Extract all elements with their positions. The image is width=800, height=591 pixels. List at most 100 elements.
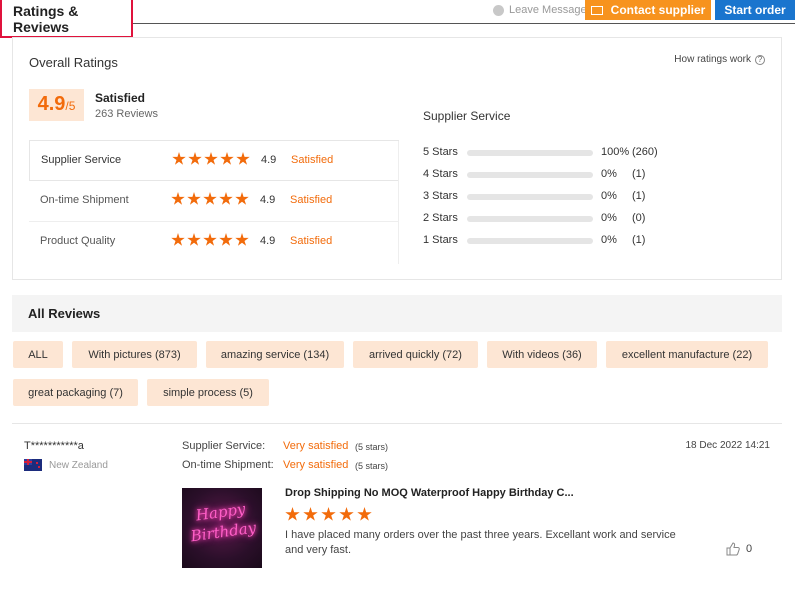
star-percent: 0% bbox=[601, 212, 617, 224]
reviewer-country: New Zealand bbox=[49, 460, 108, 471]
progress-track bbox=[467, 216, 593, 222]
star-icon bbox=[236, 152, 250, 165]
star-icon bbox=[187, 192, 201, 205]
filter-chip-amazing-service[interactable]: amazing service (134) bbox=[206, 341, 344, 368]
star-icon bbox=[219, 192, 233, 205]
star-percent: 0% bbox=[601, 234, 617, 246]
star-icon bbox=[285, 507, 300, 521]
star-breakdown-row: 1 Stars 0% (1) bbox=[423, 234, 783, 248]
filter-chip-great-packaging[interactable]: great packaging (7) bbox=[13, 379, 138, 406]
overall-score: 4.9 bbox=[37, 93, 66, 115]
flag-star bbox=[38, 466, 40, 468]
header-divider bbox=[133, 23, 795, 24]
star-count: (1) bbox=[632, 168, 646, 180]
star-icon bbox=[188, 152, 202, 165]
thumbnail-neon-text: Happy Birthday bbox=[189, 499, 258, 546]
rating-value: 4.9 bbox=[260, 194, 276, 206]
star-level: 1 Stars bbox=[423, 234, 458, 246]
progress-track bbox=[467, 238, 593, 244]
star-icon bbox=[171, 233, 185, 246]
rating-value: 4.9 bbox=[260, 235, 276, 247]
leave-messages-link[interactable]: Leave Messages bbox=[493, 2, 592, 18]
ratings-reviews-tab[interactable]: Ratings & Reviews bbox=[0, 0, 133, 38]
review-text: I have placed many orders over the past … bbox=[285, 529, 676, 556]
star-icon bbox=[321, 507, 336, 521]
review-date: 18 Dec 2022 14:21 bbox=[685, 440, 770, 451]
star-rating bbox=[171, 192, 249, 206]
how-ratings-work-label: How ratings work bbox=[674, 54, 751, 65]
overall-score-badge: 4.9 /5 bbox=[29, 89, 84, 121]
star-count: (260) bbox=[632, 146, 658, 158]
overall-score-suffix: /5 bbox=[65, 99, 76, 113]
like-button[interactable]: 0 bbox=[726, 542, 752, 556]
like-count: 0 bbox=[746, 543, 753, 555]
shipment-label: On-time Shipment: bbox=[182, 459, 274, 471]
rating-status: Satisfied bbox=[290, 235, 333, 247]
filter-chip-with-videos[interactable]: With videos (36) bbox=[487, 341, 597, 368]
how-ratings-work-link[interactable]: How ratings work ? bbox=[674, 54, 765, 65]
reviewer-name: T***********a bbox=[24, 440, 84, 452]
star-icon bbox=[235, 192, 249, 205]
leave-messages-label: Leave Messages bbox=[509, 4, 593, 16]
progress-track bbox=[467, 194, 593, 200]
star-breakdown-row: 2 Stars 0% (0) bbox=[423, 212, 783, 226]
star-percent: 0% bbox=[601, 168, 617, 180]
star-count: (1) bbox=[632, 234, 646, 246]
star-icon bbox=[219, 233, 233, 246]
flag-star bbox=[36, 462, 38, 464]
star-breakdown-row: 4 Stars 0% (1) bbox=[423, 168, 783, 182]
star-icon bbox=[357, 507, 372, 521]
rating-label: Supplier Service bbox=[41, 154, 122, 166]
rating-categories: Supplier Service 4.9 Satisfied On-time S… bbox=[29, 140, 399, 263]
star-breakdown-row: 5 Stars 100% (260) bbox=[423, 146, 783, 160]
star-rating bbox=[171, 233, 249, 247]
product-title-link[interactable]: Drop Shipping No MOQ Waterproof Happy Bi… bbox=[285, 487, 574, 499]
supplier-service-title: Supplier Service bbox=[423, 109, 511, 123]
rating-row-supplier-service[interactable]: Supplier Service 4.9 Satisfied bbox=[29, 140, 399, 181]
start-order-button[interactable]: Start order bbox=[715, 0, 795, 20]
star-icon bbox=[171, 192, 185, 205]
filter-chip-excellent-manufacture[interactable]: excellent manufacture (22) bbox=[606, 341, 768, 368]
contact-supplier-button[interactable]: Contact supplier bbox=[585, 0, 711, 20]
message-icon bbox=[493, 4, 504, 16]
star-icon bbox=[220, 152, 234, 165]
new-zealand-flag-icon bbox=[24, 459, 42, 471]
progress-track bbox=[467, 150, 593, 156]
rating-status: Satisfied bbox=[290, 194, 333, 206]
star-count: (1) bbox=[632, 190, 646, 202]
thumbs-up-icon bbox=[726, 542, 740, 556]
envelope-icon bbox=[590, 5, 603, 15]
star-count: (0) bbox=[632, 212, 646, 224]
rating-row-on-time-shipment[interactable]: On-time Shipment 4.9 Satisfied bbox=[29, 181, 399, 222]
review-count: 263 Reviews bbox=[95, 108, 158, 120]
rating-value: 4.9 bbox=[261, 154, 277, 166]
supplier-service-note: (5 stars) bbox=[355, 442, 389, 452]
star-icon bbox=[235, 233, 249, 246]
supplier-service-value: Very satisfied bbox=[283, 440, 349, 452]
supplier-service-label: Supplier Service: bbox=[182, 440, 266, 452]
star-icon bbox=[203, 233, 217, 246]
contact-supplier-label: Contact supplier bbox=[610, 3, 706, 17]
filter-chip-simple-process[interactable]: simple process (5) bbox=[147, 379, 269, 406]
overall-satisfaction: Satisfied bbox=[95, 91, 146, 105]
product-thumbnail[interactable]: Happy Birthday bbox=[182, 488, 262, 568]
filter-chip-with-pictures[interactable]: With pictures (873) bbox=[72, 341, 197, 368]
shipment-note: (5 stars) bbox=[355, 461, 389, 471]
star-percent: 0% bbox=[601, 190, 617, 202]
rating-label: On-time Shipment bbox=[40, 194, 129, 206]
flag-union-jack bbox=[24, 459, 32, 465]
overall-ratings-panel: Overall Ratings How ratings work ? 4.9 /… bbox=[12, 37, 782, 280]
shipment-value: Very satisfied bbox=[283, 459, 349, 471]
star-level: 5 Stars bbox=[423, 146, 458, 158]
filter-chip-arrived-quickly[interactable]: arrived quickly (72) bbox=[353, 341, 478, 368]
review-divider bbox=[12, 423, 782, 424]
star-icon bbox=[187, 233, 201, 246]
progress-track bbox=[467, 172, 593, 178]
star-breakdown-row: 3 Stars 0% (1) bbox=[423, 190, 783, 204]
star-icon bbox=[339, 507, 354, 521]
star-icon bbox=[204, 152, 218, 165]
filter-chip-all[interactable]: ALL bbox=[13, 341, 63, 368]
overall-ratings-title: Overall Ratings bbox=[29, 55, 118, 70]
rating-row-product-quality[interactable]: Product Quality 4.9 Satisfied bbox=[29, 222, 399, 263]
star-icon bbox=[172, 152, 186, 165]
